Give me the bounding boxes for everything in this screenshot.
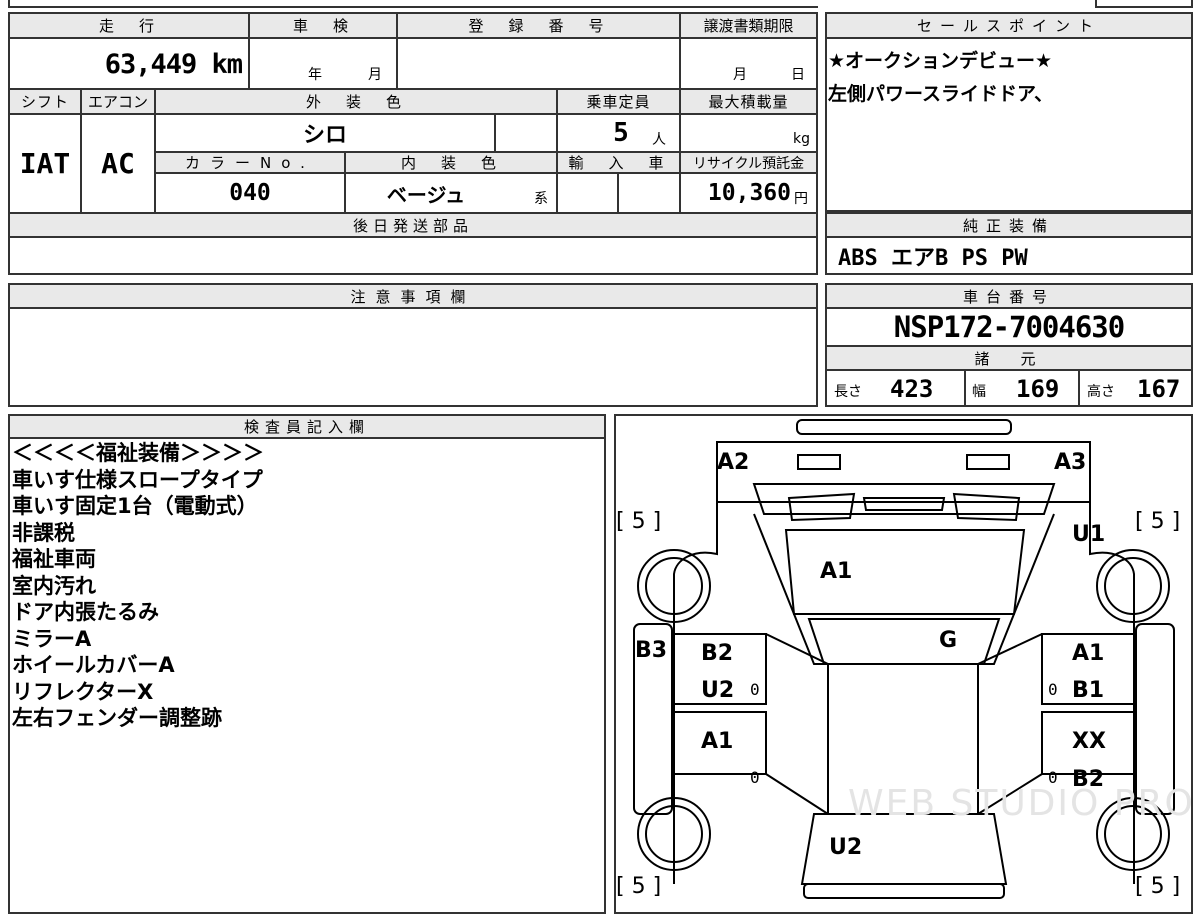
deadline-day-unit: 日 (791, 67, 805, 83)
mark-a2: A2 (717, 450, 750, 475)
note-line: 非課税 (12, 520, 75, 545)
mileage-value: 63,449 km (104, 48, 243, 80)
capacity-unit: 人 (652, 132, 666, 148)
recycle-fee-unit: 円 (794, 191, 808, 207)
height-label: 高さ (1087, 384, 1115, 400)
tire-tread-rear-right: [ 5 ] (1135, 874, 1181, 899)
capacity-value: 5 (613, 118, 629, 148)
length-label: 長さ (834, 384, 862, 400)
note-line: ドア内張たるみ (12, 600, 159, 624)
inspector-notes: ＜＜＜＜福祉装備＞＞＞＞ 車いす仕様スロープタイプ 車いす固定1台（電動式） 非… (12, 440, 264, 732)
zero-mark: 0 (750, 680, 760, 699)
registration-header: 登 録 番 号 (398, 14, 679, 37)
watermark: WEB STUDIO PRO (848, 783, 1195, 824)
capacity-header: 乗車定員 (558, 90, 679, 113)
aircon-header: エアコン (82, 90, 154, 113)
deadline-month-unit: 月 (733, 67, 747, 83)
import-header: 輸 入 車 (558, 153, 679, 172)
note-line: ホイールカバーA (12, 653, 175, 677)
note-line: 室内汚れ (12, 573, 96, 598)
mileage-header: 走 行 (10, 14, 248, 37)
note-line: ＜＜＜＜福祉装備＞＞＞＞ (12, 441, 264, 465)
note-line: 車いす固定1台（電動式） (12, 494, 258, 518)
mark-a1-right: A1 (1072, 641, 1105, 666)
sales-point-line-2: 左側パワースライドドア、 (828, 83, 1054, 105)
standard-equipment-value: ABS エアB PS PW (838, 246, 1028, 271)
mark-g: G (939, 628, 958, 653)
color-no-value: 040 (229, 180, 271, 206)
notes-header: 注意事項欄 (10, 285, 816, 307)
chassis-number-header: 車台番号 (827, 285, 1191, 307)
note-line: ミラーA (12, 626, 92, 651)
top-strip-right (1095, 0, 1193, 8)
mark-u2-rear: U2 (829, 835, 863, 860)
color-no-header: カラーNo. (156, 153, 344, 172)
exterior-color-value: シロ (302, 123, 347, 148)
recycle-fee-value: 10,360 (707, 180, 791, 206)
mark-b2-left: B2 (701, 641, 734, 666)
interior-color-header: 内 装 色 (346, 153, 556, 172)
note-line: 左右フェンダー調整跡 (12, 706, 222, 730)
shift-value: IAT (19, 147, 71, 180)
transfer-deadline-header: 譲渡書類期限 (681, 14, 816, 37)
interior-suffix: 系 (534, 191, 548, 207)
mark-a3: A3 (1054, 450, 1087, 475)
mark-u2-left: U2 (701, 678, 735, 703)
tire-tread-front-right: [ 5 ] (1135, 509, 1181, 534)
top-strip (8, 0, 818, 8)
mark-xx-right: XX (1072, 729, 1106, 754)
inspector-header: 検査員記入欄 (10, 416, 604, 437)
standard-equipment-header: 純正装備 (827, 214, 1191, 236)
height-value: 167 (1137, 375, 1181, 403)
width-label: 幅 (972, 384, 986, 400)
length-value: 423 (890, 375, 934, 403)
exterior-color-header: 外 装 色 (156, 90, 556, 113)
sales-point-header: セールスポイント (827, 14, 1191, 37)
later-parts-header: 後日発送部品 (10, 214, 816, 236)
recycle-fee-header: リサイクル預託金 (681, 153, 816, 172)
width-value: 169 (1016, 375, 1060, 403)
tire-tread-rear-left: [ 5 ] (616, 874, 662, 899)
inspection-year-unit: 年 (308, 67, 322, 83)
note-line: 車いす仕様スロープタイプ (12, 467, 263, 492)
chassis-number-value: NSP172-7004630 (893, 309, 1125, 344)
mark-b3: B3 (635, 638, 668, 663)
sales-point-box (825, 12, 1193, 212)
specs-header: 諸 元 (827, 347, 1191, 369)
note-line: 福祉車両 (12, 547, 96, 571)
mark-a1-left: A1 (701, 729, 734, 754)
inspection-month-unit: 月 (368, 67, 382, 83)
sales-point-line-1: ★オークションデビュー★ (828, 50, 1053, 72)
shift-header: シフト (10, 90, 80, 113)
mark-b1-right: B1 (1072, 678, 1105, 703)
max-load-unit: kg (793, 131, 810, 147)
tire-tread-front-left: [ 5 ] (616, 509, 662, 534)
zero-mark: 0 (750, 768, 760, 787)
interior-color-value: ベージュ (386, 182, 466, 207)
aircon-value: AC (101, 147, 135, 180)
note-line: リフレクターX (12, 679, 154, 704)
inspection-header: 車 検 (250, 14, 396, 37)
mark-u1: U1 (1072, 522, 1106, 547)
zero-mark: 0 (1048, 680, 1058, 699)
mark-a1-hood: A1 (820, 559, 853, 584)
max-load-header: 最大積載量 (681, 90, 816, 113)
